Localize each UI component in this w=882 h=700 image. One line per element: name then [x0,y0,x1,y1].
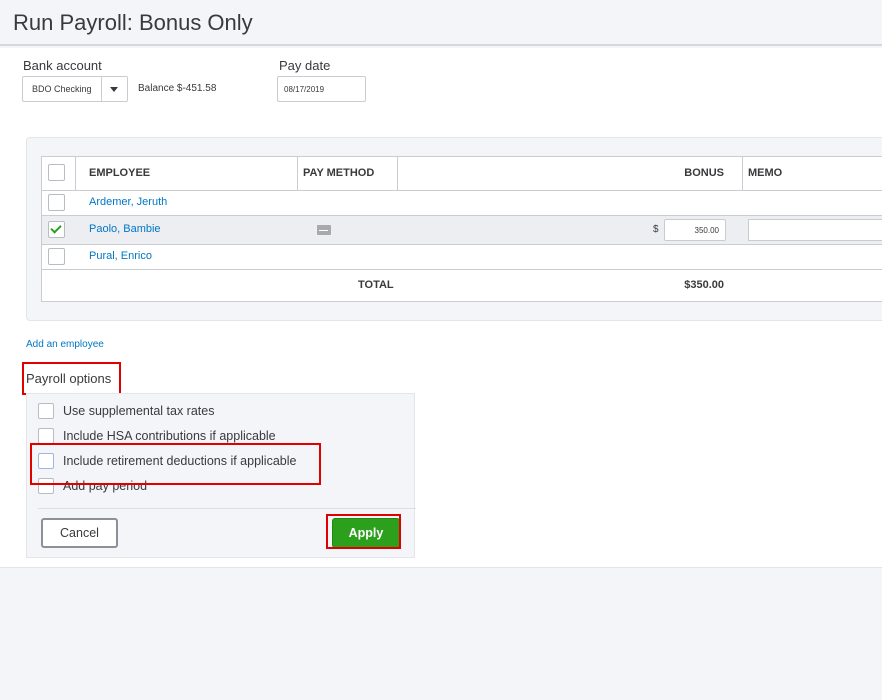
pay-date-label: Pay date [279,58,331,73]
cancel-button[interactable]: Cancel [41,518,118,548]
option-checkbox[interactable] [38,403,54,419]
bank-account-label: Bank account [23,58,102,73]
col-employee[interactable]: EMPLOYEE [89,157,150,190]
employee-name-link[interactable]: Pural, Enrico [89,250,152,262]
options-divider [38,508,416,509]
table-total-row: TOTAL $350.00 [42,270,882,302]
bank-account-dropdown[interactable]: BDO Checking [22,76,128,102]
col-pay-method[interactable]: PAY METHOD [303,157,374,190]
row-checkbox[interactable] [48,194,65,211]
option-label: Use supplemental tax rates [63,404,215,418]
bonus-value: 350.00 [694,226,719,235]
add-employee-link[interactable]: Add an employee [26,339,104,350]
table-row: Pural, Enrico [42,245,882,270]
page-header: Run Payroll: Bonus Only [0,0,882,46]
checkmark-icon [50,222,62,234]
highlight-box [326,514,401,549]
column-divider [742,157,743,190]
pay-date-field[interactable]: 08/17/2019 [277,76,366,102]
dropdown-toggle[interactable] [101,77,127,101]
page-title: Run Payroll: Bonus Only [13,10,253,35]
column-divider [75,157,76,190]
employee-table-card: EMPLOYEE PAY METHOD BONUS MEMO Ardemer, … [26,137,882,321]
total-label: TOTAL [358,279,394,291]
payroll-settings-panel [0,48,882,120]
check-icon [317,225,331,235]
highlight-box [30,443,321,485]
select-all-checkbox[interactable] [48,164,65,181]
bank-balance: Balance $-451.58 [138,83,217,94]
main-content: EMPLOYEE PAY METHOD BONUS MEMO Ardemer, … [0,120,882,568]
col-bonus[interactable]: BONUS [652,157,724,190]
chevron-down-icon [110,87,118,92]
option-label: Include HSA contributions if applicable [63,429,276,443]
total-value: $350.00 [684,279,724,291]
bank-account-value: BDO Checking [32,84,92,94]
employee-name-link[interactable]: Paolo, Bambie [89,223,161,235]
column-divider [297,157,298,190]
employee-table: EMPLOYEE PAY METHOD BONUS MEMO Ardemer, … [41,156,882,302]
table-header-row: EMPLOYEE PAY METHOD BONUS MEMO [42,157,882,191]
memo-input[interactable] [748,219,882,241]
table-row: Ardemer, Jeruth [42,191,882,216]
bonus-input[interactable]: 350.00 [664,219,726,241]
option-checkbox[interactable] [38,428,54,444]
table-row: Paolo, Bambie $ 350.00 [42,216,882,245]
option-supplemental-tax[interactable]: Use supplemental tax rates [27,401,416,421]
employee-name-link[interactable]: Ardemer, Jeruth [89,196,167,208]
highlight-box [22,362,121,395]
currency-symbol: $ [653,224,659,235]
col-memo[interactable]: MEMO [748,157,782,190]
pay-date-value: 08/17/2019 [284,85,325,94]
row-checkbox[interactable] [48,248,65,265]
column-divider [397,157,398,190]
row-checkbox[interactable] [48,221,65,238]
